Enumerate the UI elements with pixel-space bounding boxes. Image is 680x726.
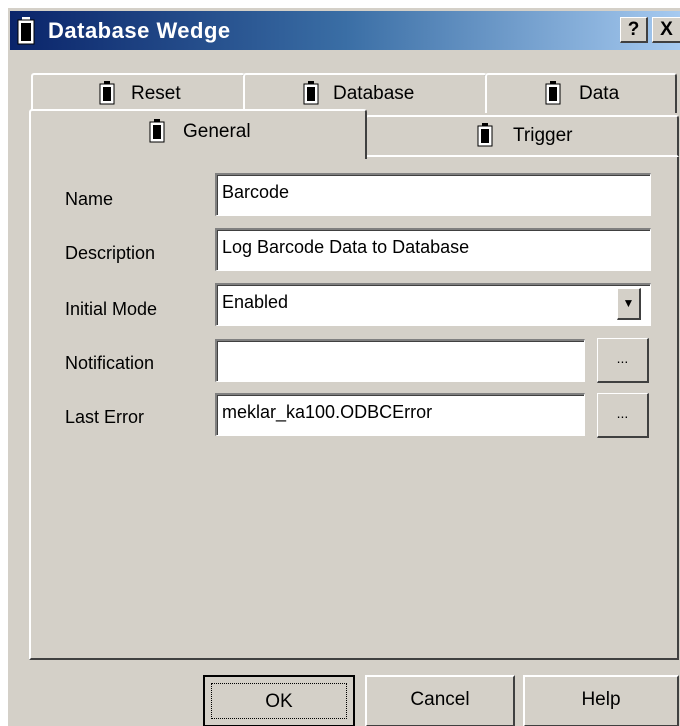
initial-mode-select[interactable]: Enabled xyxy=(215,283,651,326)
tab-database[interactable]: Database xyxy=(243,73,487,113)
notification-label: Notification xyxy=(65,353,155,373)
tab-data-label: Data xyxy=(579,83,620,104)
notification-browse-button[interactable]: ... xyxy=(597,338,649,383)
name-input[interactable]: Barcode xyxy=(215,173,651,216)
chevron-down-icon[interactable]: ▼ xyxy=(617,288,641,320)
battery-icon xyxy=(149,119,165,149)
window-title: Database Wedge xyxy=(48,18,231,43)
close-button[interactable]: X xyxy=(652,17,680,43)
tab-trigger[interactable]: Trigger xyxy=(365,115,679,157)
tab-database-label: Database xyxy=(333,83,415,104)
tab-general[interactable]: General xyxy=(29,109,367,159)
battery-icon xyxy=(99,81,115,111)
tab-reset[interactable]: Reset xyxy=(31,73,245,113)
last-error-input[interactable]: meklar_ka100.ODBCError xyxy=(215,393,585,436)
tab-general-label: General xyxy=(183,121,251,142)
description-input[interactable]: Log Barcode Data to Database xyxy=(215,228,651,271)
help-title-button[interactable]: ? xyxy=(620,17,648,43)
help-button[interactable]: Help xyxy=(523,675,679,726)
last-error-label: Last Error xyxy=(65,407,145,427)
notification-input[interactable] xyxy=(215,339,585,382)
tab-reset-label: Reset xyxy=(131,83,181,104)
battery-icon xyxy=(545,81,561,111)
ok-button[interactable]: OK xyxy=(203,675,355,726)
last-error-browse-button[interactable]: ... xyxy=(597,393,649,438)
description-label: Description xyxy=(65,243,156,263)
initial-mode-label: Initial Mode xyxy=(65,299,158,319)
battery-icon xyxy=(16,17,36,51)
battery-icon xyxy=(477,123,493,153)
cancel-button[interactable]: Cancel xyxy=(365,675,515,726)
dialog-window: Database Wedge ? X Reset Database Data T… xyxy=(8,8,680,726)
name-label: Name xyxy=(65,189,114,209)
battery-icon xyxy=(303,81,319,111)
initial-mode-value: Enabled xyxy=(222,292,289,312)
title-bar[interactable]: Database Wedge ? X xyxy=(10,11,680,50)
ok-button-label: OK xyxy=(211,683,347,719)
tab-data[interactable]: Data xyxy=(485,73,677,113)
tab-trigger-label: Trigger xyxy=(513,125,573,146)
